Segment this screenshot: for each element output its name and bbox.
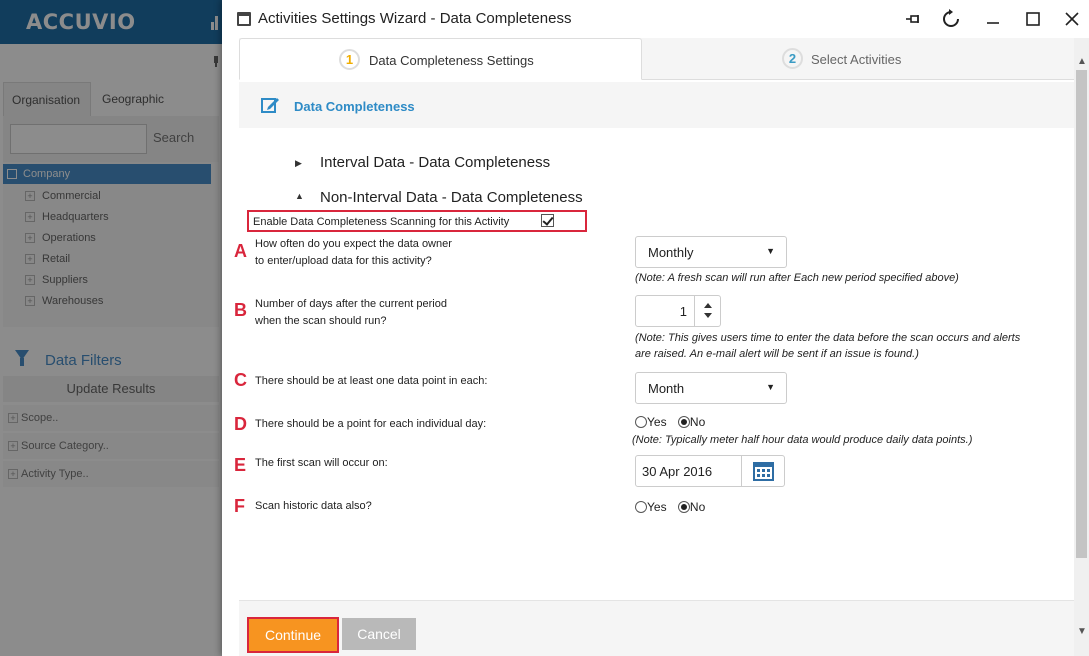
close-icon[interactable] <box>1061 8 1083 30</box>
question-b-line2: when the scan should run? <box>255 315 387 327</box>
historic-yes-radio[interactable] <box>635 501 647 513</box>
daily-point-yes-radio[interactable] <box>635 416 647 428</box>
scroll-down-icon[interactable]: ▼ <box>1077 626 1087 637</box>
frequency-select[interactable]: Monthly ▼ <box>635 236 787 268</box>
refresh-icon[interactable] <box>940 8 962 30</box>
step-number: 1 <box>339 49 360 70</box>
minimize-icon[interactable] <box>982 8 1004 30</box>
cancel-button[interactable]: Cancel <box>342 618 416 650</box>
dropdown-arrow-icon: ▼ <box>766 382 775 392</box>
enable-scanning-row: Enable Data Completeness Scanning for th… <box>247 210 587 232</box>
dialog-content: 1 Data Completeness Settings 2 Select Ac… <box>234 38 1074 656</box>
frequency-value: Monthly <box>648 245 694 260</box>
question-b-note: (Note: This gives users time to enter th… <box>635 330 1020 362</box>
question-a-text: How often do you expect the data owner t… <box>255 236 452 270</box>
scroll-up-icon[interactable]: ▲ <box>1077 56 1087 67</box>
question-d-text: There should be a point for each individ… <box>255 418 487 430</box>
enable-scanning-label: Enable Data Completeness Scanning for th… <box>253 216 510 228</box>
dialog-title: Activities Settings Wizard - Data Comple… <box>258 10 572 27</box>
dropdown-arrow-icon: ▼ <box>766 246 775 256</box>
annotation-letter-e: E <box>234 455 247 475</box>
annotation-letter-d: D <box>234 414 247 434</box>
question-b-text: Number of days after the current period … <box>255 296 447 330</box>
continue-label: Continue <box>251 621 335 649</box>
step-label: Data Completeness Settings <box>369 53 534 68</box>
first-scan-date-input[interactable]: 30 Apr 2016 <box>635 455 785 487</box>
question-a-line2: to enter/upload data for this activity? <box>255 255 432 267</box>
step-select-activities[interactable]: 2 Select Activities <box>642 38 1074 80</box>
days-value: 1 <box>679 304 687 319</box>
window-icon <box>237 12 251 26</box>
wizard-dialog: Activities Settings Wizard - Data Comple… <box>222 0 1089 656</box>
daily-point-no-radio[interactable] <box>677 416 690 428</box>
maximize-icon[interactable] <box>1022 8 1044 30</box>
question-a-line1: How often do you expect the data owner <box>255 238 452 250</box>
decrement-icon[interactable] <box>704 313 712 318</box>
annotation-letter-a: A <box>234 241 247 261</box>
annotation-letter-b: B <box>234 300 247 320</box>
no-label: No <box>689 500 706 514</box>
caret-right-icon: ▶ <box>295 158 302 168</box>
dialog-scrollbar[interactable]: ▲ ▼ <box>1074 38 1089 656</box>
step-label: Select Activities <box>811 52 902 67</box>
increment-icon[interactable] <box>704 303 712 308</box>
question-c-text: There should be at least one data point … <box>255 375 488 387</box>
question-e-text: The first scan will occur on: <box>255 457 388 469</box>
first-scan-date-value: 30 Apr 2016 <box>642 464 713 479</box>
pin-icon[interactable] <box>903 8 925 30</box>
accordion-label: Non-Interval Data - Data Completeness <box>320 189 583 206</box>
yes-label: Yes <box>647 500 667 514</box>
edit-icon <box>261 96 281 114</box>
wizard-steps: 1 Data Completeness Settings 2 Select Ac… <box>239 38 1074 80</box>
accordion-label: Interval Data - Data Completeness <box>320 154 551 171</box>
daily-point-radio-group: Yes No <box>635 415 713 429</box>
stepper-buttons[interactable] <box>694 296 720 326</box>
step-data-completeness-settings[interactable]: 1 Data Completeness Settings <box>239 38 642 80</box>
question-d-note: (Note: Typically meter half hour data wo… <box>632 434 973 446</box>
no-label: No <box>689 415 706 429</box>
step-number: 2 <box>782 48 803 69</box>
question-f-text: Scan historic data also? <box>255 500 372 512</box>
calendar-icon[interactable] <box>741 456 784 486</box>
caret-up-icon: ▲ <box>295 191 304 201</box>
question-b-note-line2: are raised. An e-mail alert will be sent… <box>635 348 919 360</box>
dialog-footer: Continue Cancel <box>239 600 1074 656</box>
period-select[interactable]: Month ▼ <box>635 372 787 404</box>
question-b-line1: Number of days after the current period <box>255 298 447 310</box>
enable-scanning-checkbox[interactable] <box>541 214 554 227</box>
section-header: Data Completeness <box>239 82 1074 128</box>
continue-button[interactable]: Continue <box>247 617 339 653</box>
days-stepper[interactable]: 1 <box>635 295 721 327</box>
yes-label: Yes <box>647 415 667 429</box>
historic-radio-group: Yes No <box>635 500 713 514</box>
question-b-note-line1: (Note: This gives users time to enter th… <box>635 332 1021 344</box>
section-title: Data Completeness <box>294 99 415 114</box>
historic-no-radio[interactable] <box>677 501 690 513</box>
annotation-letter-f: F <box>234 496 245 516</box>
annotation-letter-c: C <box>234 370 247 390</box>
scroll-thumb[interactable] <box>1076 70 1087 558</box>
question-a-note: (Note: A fresh scan will run after Each … <box>635 272 959 284</box>
dialog-titlebar: Activities Settings Wizard - Data Comple… <box>222 0 1089 38</box>
period-value: Month <box>648 381 685 396</box>
